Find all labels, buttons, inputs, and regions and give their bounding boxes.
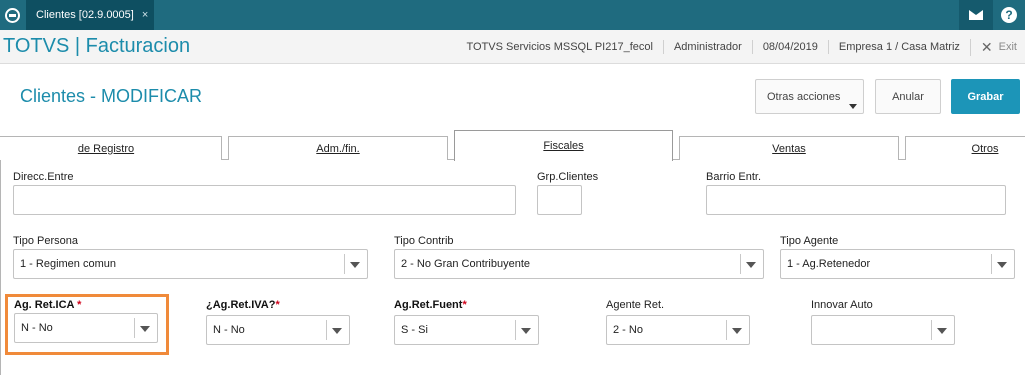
app-window: Clientes [02.9.0005] × ? TOTVS | Factura…	[0, 0, 1025, 375]
chevron-down-icon[interactable]	[350, 262, 360, 268]
app-title: TOTVS | Facturacion	[3, 35, 191, 57]
required-mark: *	[77, 299, 82, 311]
ag-ret-fuent-label: Ag.Ret.Fuent*	[394, 299, 467, 311]
required-mark: *	[462, 299, 467, 311]
tab-adm-fin[interactable]: Adm./fin.	[228, 136, 448, 160]
date-label: 08/04/2019	[751, 40, 828, 54]
otras-acciones-label: Otras acciones	[767, 90, 841, 103]
innovar-auto-label: Innovar Auto	[811, 299, 873, 311]
select-divider	[134, 318, 135, 338]
select-divider	[740, 254, 741, 274]
tab-label: Clientes [02.9.0005]	[36, 9, 134, 21]
tipo-persona-value: 1 - Regimen comun	[20, 258, 116, 270]
tab-de-registro[interactable]: de Registro	[0, 136, 222, 160]
tipo-contrib-value: 2 - No Gran Contribuyente	[401, 258, 531, 270]
tab-otros[interactable]: Otros	[905, 136, 1025, 160]
ag-ret-ica-label-text: Ag. Ret.ICA	[14, 299, 75, 311]
ag-ret-ica-value: N - No	[21, 322, 53, 334]
tab-clientes[interactable]: Clientes [02.9.0005] ×	[26, 0, 154, 30]
otras-acciones-button[interactable]: Otras acciones	[755, 79, 864, 114]
help-button[interactable]: ?	[993, 0, 1025, 30]
exit-label: Exit	[998, 41, 1017, 53]
top-bar: Clientes [02.9.0005] × ?	[0, 0, 1025, 30]
innovar-auto-select[interactable]	[811, 315, 955, 345]
tab-fiscales[interactable]: Fiscales	[454, 130, 673, 161]
select-divider	[726, 320, 727, 340]
direcc-entre-label: Direcc.Entre	[13, 171, 74, 183]
direcc-entre-field[interactable]	[13, 185, 516, 215]
ag-ret-iva-label: ¿Ag.Ret.IVA?*	[206, 299, 280, 311]
mail-button[interactable]	[959, 0, 993, 30]
tab-ventas[interactable]: Ventas	[679, 136, 899, 160]
session-info: TOTVS Servicios MSSQL PI217_fecol Admini…	[456, 30, 1025, 64]
grabar-button[interactable]: Grabar	[951, 79, 1020, 114]
tipo-persona-label: Tipo Persona	[13, 235, 79, 247]
anular-button[interactable]: Anular	[875, 79, 941, 114]
chevron-down-icon[interactable]	[521, 328, 531, 334]
select-divider	[931, 320, 932, 340]
close-icon: ✕	[980, 38, 993, 55]
select-divider	[515, 320, 516, 340]
user-label: Administrador	[662, 40, 752, 54]
agente-ret-value: 2 - No	[613, 324, 643, 336]
ag-ret-iva-select[interactable]: N - No	[206, 315, 350, 345]
barrio-entr-field[interactable]	[706, 185, 1006, 215]
tipo-agente-value: 1 - Ag.Retenedor	[787, 258, 871, 270]
select-divider	[326, 320, 327, 340]
ag-ret-ica-select[interactable]: N - No	[14, 313, 158, 343]
company-label[interactable]: Empresa 1 / Casa Matriz	[827, 40, 970, 54]
chevron-down-icon[interactable]	[732, 328, 742, 334]
ag-ret-fuent-select[interactable]: S - Si	[394, 315, 539, 345]
tipo-contrib-select[interactable]: 2 - No Gran Contribuyente	[394, 249, 764, 279]
app-header: TOTVS | Facturacion TOTVS Servicios MSSQ…	[0, 30, 1025, 64]
chevron-down-icon[interactable]	[937, 328, 947, 334]
tipo-agente-select[interactable]: 1 - Ag.Retenedor	[780, 249, 1015, 279]
totvs-logo-icon[interactable]	[0, 0, 24, 30]
grp-clientes-field[interactable]	[537, 185, 582, 215]
ag-ret-iva-label-text: ¿Ag.Ret.IVA?	[206, 299, 276, 311]
ag-ret-ica-label: Ag. Ret.ICA *	[14, 299, 81, 311]
environment-label: TOTVS Servicios MSSQL PI217_fecol	[466, 41, 653, 53]
ag-ret-iva-value: N - No	[213, 324, 245, 336]
help-icon: ?	[1001, 7, 1017, 23]
close-icon[interactable]: ×	[142, 9, 148, 21]
tipo-contrib-label: Tipo Contrib	[394, 235, 454, 247]
agente-ret-label: Agente Ret.	[606, 299, 665, 311]
chevron-down-icon[interactable]	[746, 262, 756, 268]
required-mark: *	[275, 299, 280, 311]
mail-icon	[969, 10, 983, 20]
chevron-down-icon[interactable]	[997, 262, 1007, 268]
barrio-entr-label: Barrio Entr.	[706, 171, 762, 183]
exit-button[interactable]: ✕ Exit	[969, 38, 1025, 56]
grp-clientes-label: Grp.Clientes	[537, 171, 599, 183]
chevron-down-icon[interactable]	[332, 328, 342, 334]
tipo-persona-select[interactable]: 1 - Regimen comun	[13, 249, 368, 279]
ag-ret-fuent-label-text: Ag.Ret.Fuent	[394, 299, 463, 311]
select-divider	[344, 254, 345, 274]
tipo-agente-label: Tipo Agente	[780, 235, 839, 247]
chevron-down-icon[interactable]	[140, 326, 150, 332]
chevron-down-icon	[849, 104, 857, 109]
agente-ret-select[interactable]: 2 - No	[606, 315, 750, 345]
ag-ret-fuent-value: S - Si	[401, 324, 428, 336]
page-title: Clientes - MODIFICAR	[20, 86, 203, 106]
select-divider	[991, 254, 992, 274]
